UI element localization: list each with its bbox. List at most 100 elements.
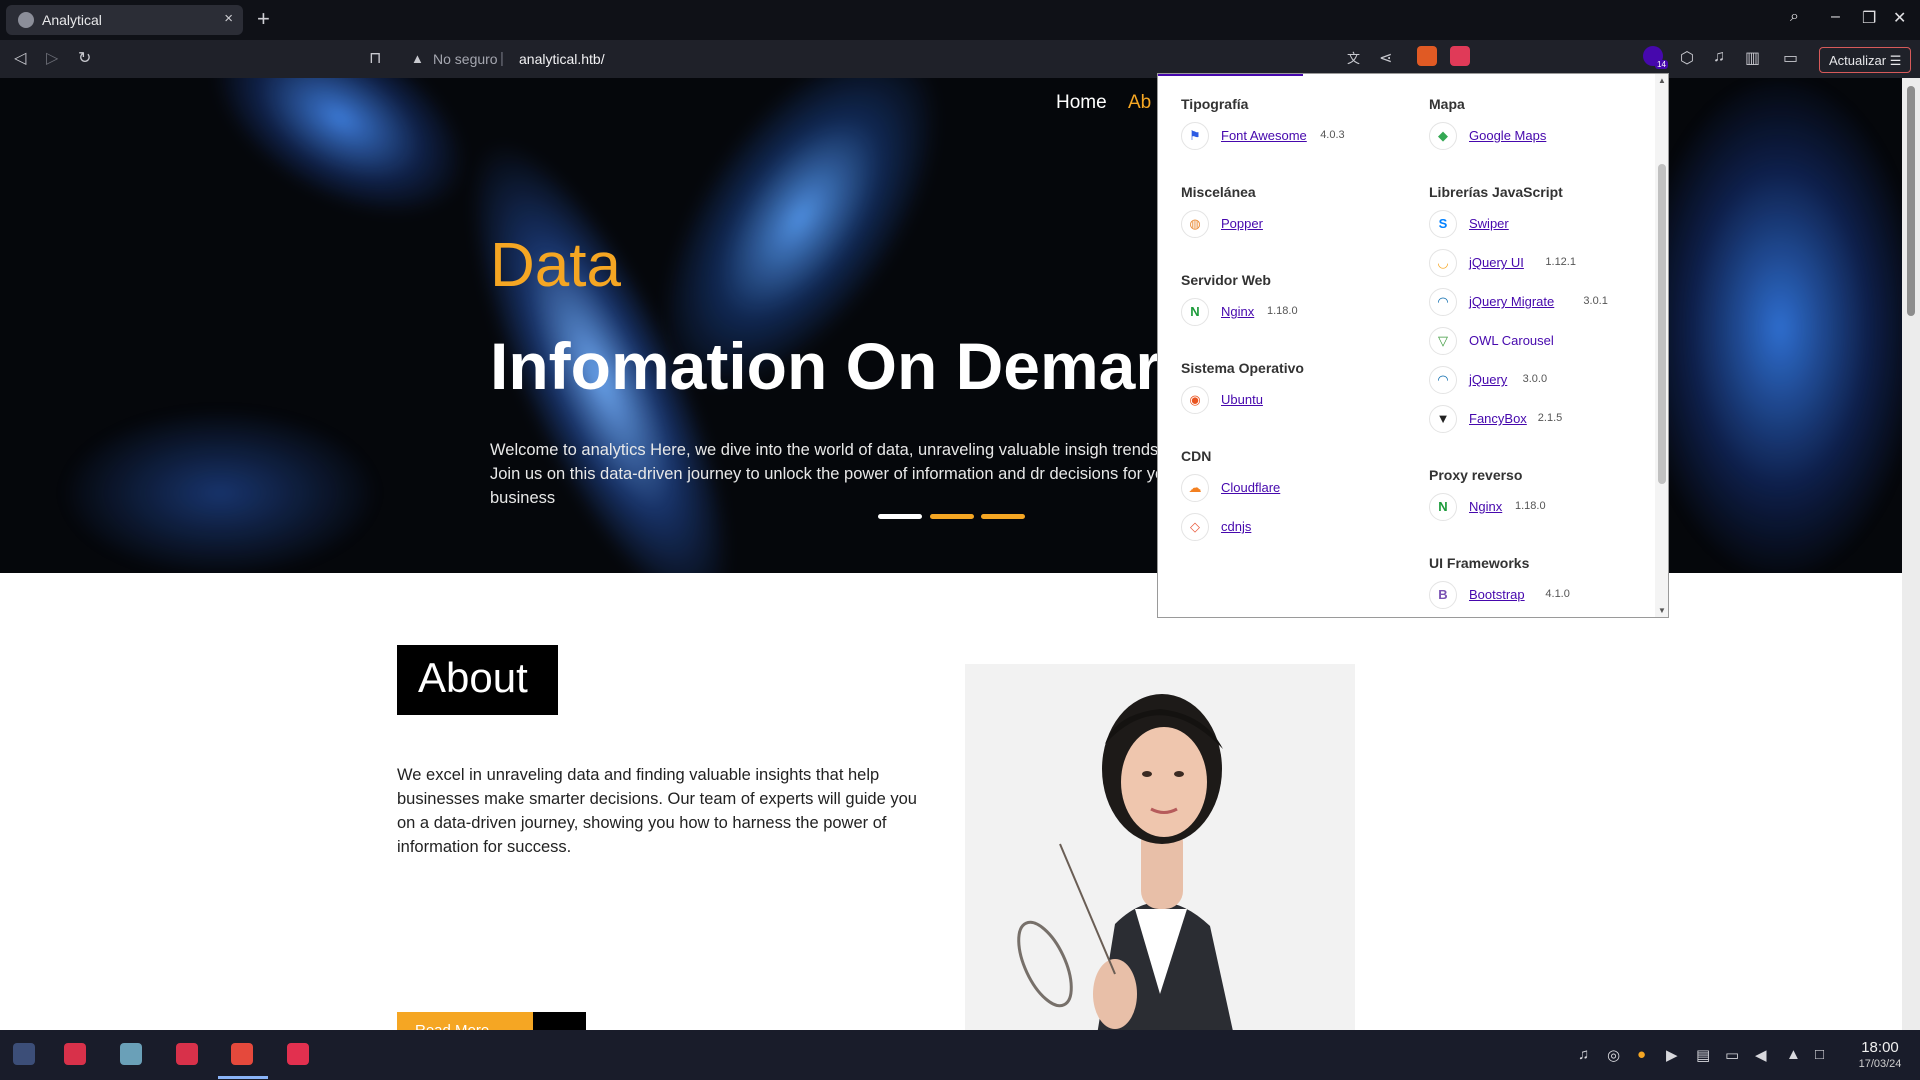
popper-icon: ◍: [1181, 210, 1209, 238]
extensions-icon[interactable]: ⬡: [1680, 48, 1694, 68]
address-bar[interactable]: ▲ No seguro | analytical.htb/: [397, 44, 1477, 74]
bookmark-icon[interactable]: ⊓: [369, 48, 381, 68]
tab-close-icon[interactable]: ×: [224, 10, 233, 27]
technology-item[interactable]: ☁ Cloudflare: [1181, 474, 1421, 502]
browser-taskbar-icon[interactable]: [231, 1043, 253, 1065]
technology-item[interactable]: ⚑ Font Awesome 4.0.3: [1181, 122, 1421, 150]
minimize-icon[interactable]: –: [1831, 8, 1840, 26]
category-heading: Sistema Operativo: [1181, 360, 1304, 376]
technology-item[interactable]: B Bootstrap 4.1.0: [1429, 581, 1668, 609]
brave-rewards-icon[interactable]: [1450, 46, 1470, 66]
popup-scroll-down-icon[interactable]: ▼: [1658, 606, 1666, 615]
url-text[interactable]: analytical.htb/: [519, 51, 605, 67]
technology-name[interactable]: OWL Carousel: [1469, 333, 1554, 348]
back-icon[interactable]: ◁: [14, 48, 26, 68]
nginx-icon: N: [1181, 298, 1209, 326]
popup-accent-line: [1158, 74, 1303, 76]
close-window-icon[interactable]: ✕: [1893, 8, 1906, 28]
screenshot-tool-icon[interactable]: [287, 1043, 309, 1065]
app-launcher-icon[interactable]: [13, 1043, 35, 1065]
desktop-icon[interactable]: □: [1815, 1046, 1824, 1063]
technology-item[interactable]: ◠ jQuery 3.0.0: [1429, 366, 1668, 394]
page-scrollbar[interactable]: [1902, 78, 1920, 1030]
about-heading-box: About: [397, 645, 558, 715]
popup-scroll-up-icon[interactable]: ▲: [1658, 76, 1666, 85]
about-description: We excel in unraveling data and finding …: [397, 766, 917, 856]
technology-name[interactable]: Bootstrap: [1469, 587, 1525, 602]
about-heading: About: [418, 654, 528, 701]
category-heading: CDN: [1181, 448, 1212, 464]
technology-name[interactable]: jQuery: [1469, 372, 1507, 387]
pdf-reader-icon[interactable]: [176, 1043, 198, 1065]
category-heading: Proxy reverso: [1429, 467, 1523, 483]
network-status-icon[interactable]: ◎: [1607, 1046, 1620, 1064]
wallet-icon[interactable]: ▭: [1783, 48, 1798, 68]
media-icon[interactable]: ♫: [1713, 48, 1725, 66]
technology-name[interactable]: cdnjs: [1221, 519, 1251, 534]
technology-item[interactable]: S Swiper: [1429, 210, 1668, 238]
display-icon[interactable]: ▭: [1725, 1046, 1739, 1064]
tab-bar: Analytical × + ⌕ – ❐ ✕: [0, 0, 1920, 40]
technology-name[interactable]: Cloudflare: [1221, 480, 1280, 495]
technology-name[interactable]: Nginx: [1221, 304, 1254, 319]
maximize-icon[interactable]: ❐: [1862, 8, 1876, 28]
new-tab-icon[interactable]: +: [257, 6, 270, 32]
volume-icon[interactable]: ◀: [1755, 1046, 1767, 1064]
reload-icon[interactable]: ↻: [78, 48, 91, 68]
clock-date[interactable]: 17/03/24: [1845, 1058, 1915, 1070]
popup-scrollbar-thumb[interactable]: [1658, 164, 1666, 484]
technology-name[interactable]: Google Maps: [1469, 128, 1546, 143]
technology-version: 1.18.0: [1515, 500, 1546, 512]
search-tabs-icon[interactable]: ⌕: [1790, 8, 1799, 26]
read-more-arrow[interactable]: [533, 1012, 586, 1030]
technology-name[interactable]: Swiper: [1469, 216, 1509, 231]
owl-carousel-icon: ▽: [1429, 327, 1457, 355]
technology-item[interactable]: ◡ jQuery UI 1.12.1: [1429, 249, 1668, 277]
update-button[interactable]: Actualizar ☰: [1819, 47, 1911, 73]
carousel-indicator-1[interactable]: [878, 514, 922, 519]
read-more-button[interactable]: Read More: [397, 1012, 533, 1030]
technology-item[interactable]: ◍ Popper: [1181, 210, 1421, 238]
technology-item[interactable]: ◇ cdnjs: [1181, 513, 1421, 541]
clock-time[interactable]: 18:00: [1845, 1039, 1915, 1056]
file-manager-icon[interactable]: [120, 1043, 142, 1065]
translate-icon[interactable]: 文: [1347, 48, 1360, 67]
brave-shield-icon[interactable]: [1417, 46, 1437, 66]
update-icon[interactable]: ●: [1637, 1046, 1646, 1063]
technology-name[interactable]: jQuery UI: [1469, 255, 1524, 270]
tab-analytical[interactable]: Analytical ×: [6, 5, 243, 35]
nav-about-link[interactable]: Ab: [1128, 92, 1151, 114]
technology-name[interactable]: Nginx: [1469, 499, 1502, 514]
technology-item[interactable]: ▼ FancyBox 2.1.5: [1429, 405, 1668, 433]
technology-item[interactable]: ◉ Ubuntu: [1181, 386, 1421, 414]
technology-item[interactable]: ▽ OWL Carousel: [1429, 327, 1668, 355]
popup-scrollbar[interactable]: ▲ ▼: [1655, 74, 1668, 617]
security-status[interactable]: No seguro: [433, 51, 498, 67]
technology-item[interactable]: ◆ Google Maps: [1429, 122, 1668, 150]
share-icon[interactable]: ⋖: [1379, 48, 1392, 68]
show-hidden-icon[interactable]: ▲: [1786, 1046, 1801, 1063]
technology-name[interactable]: Font Awesome: [1221, 128, 1307, 143]
technology-name[interactable]: Popper: [1221, 216, 1263, 231]
technology-name[interactable]: jQuery Migrate: [1469, 294, 1554, 309]
terminal-icon[interactable]: [64, 1043, 86, 1065]
nav-home-link[interactable]: Home: [1056, 92, 1107, 114]
page-scrollbar-thumb[interactable]: [1907, 86, 1915, 316]
forward-icon[interactable]: ▷: [46, 48, 58, 68]
nginx-icon: N: [1429, 493, 1457, 521]
technology-name[interactable]: FancyBox: [1469, 411, 1527, 426]
warning-icon[interactable]: ▲: [411, 51, 424, 66]
notification-icon[interactable]: ♫: [1578, 1046, 1589, 1063]
carousel-indicator-3[interactable]: [981, 514, 1025, 519]
wappalyzer-badge: 14: [1655, 60, 1668, 69]
media-player-icon[interactable]: ▶: [1666, 1046, 1678, 1064]
technology-version: 2.1.5: [1537, 412, 1563, 424]
cdnjs-icon: ◇: [1181, 513, 1209, 541]
technology-item[interactable]: N Nginx 1.18.0: [1181, 298, 1421, 326]
technology-item[interactable]: N Nginx 1.18.0: [1429, 493, 1668, 521]
technology-item[interactable]: ◠ jQuery Migrate 3.0.1: [1429, 288, 1668, 316]
technology-name[interactable]: Ubuntu: [1221, 392, 1263, 407]
carousel-indicator-2[interactable]: [930, 514, 974, 519]
sidebar-icon[interactable]: ▥: [1745, 48, 1760, 68]
clipboard-icon[interactable]: ▤: [1696, 1046, 1710, 1064]
